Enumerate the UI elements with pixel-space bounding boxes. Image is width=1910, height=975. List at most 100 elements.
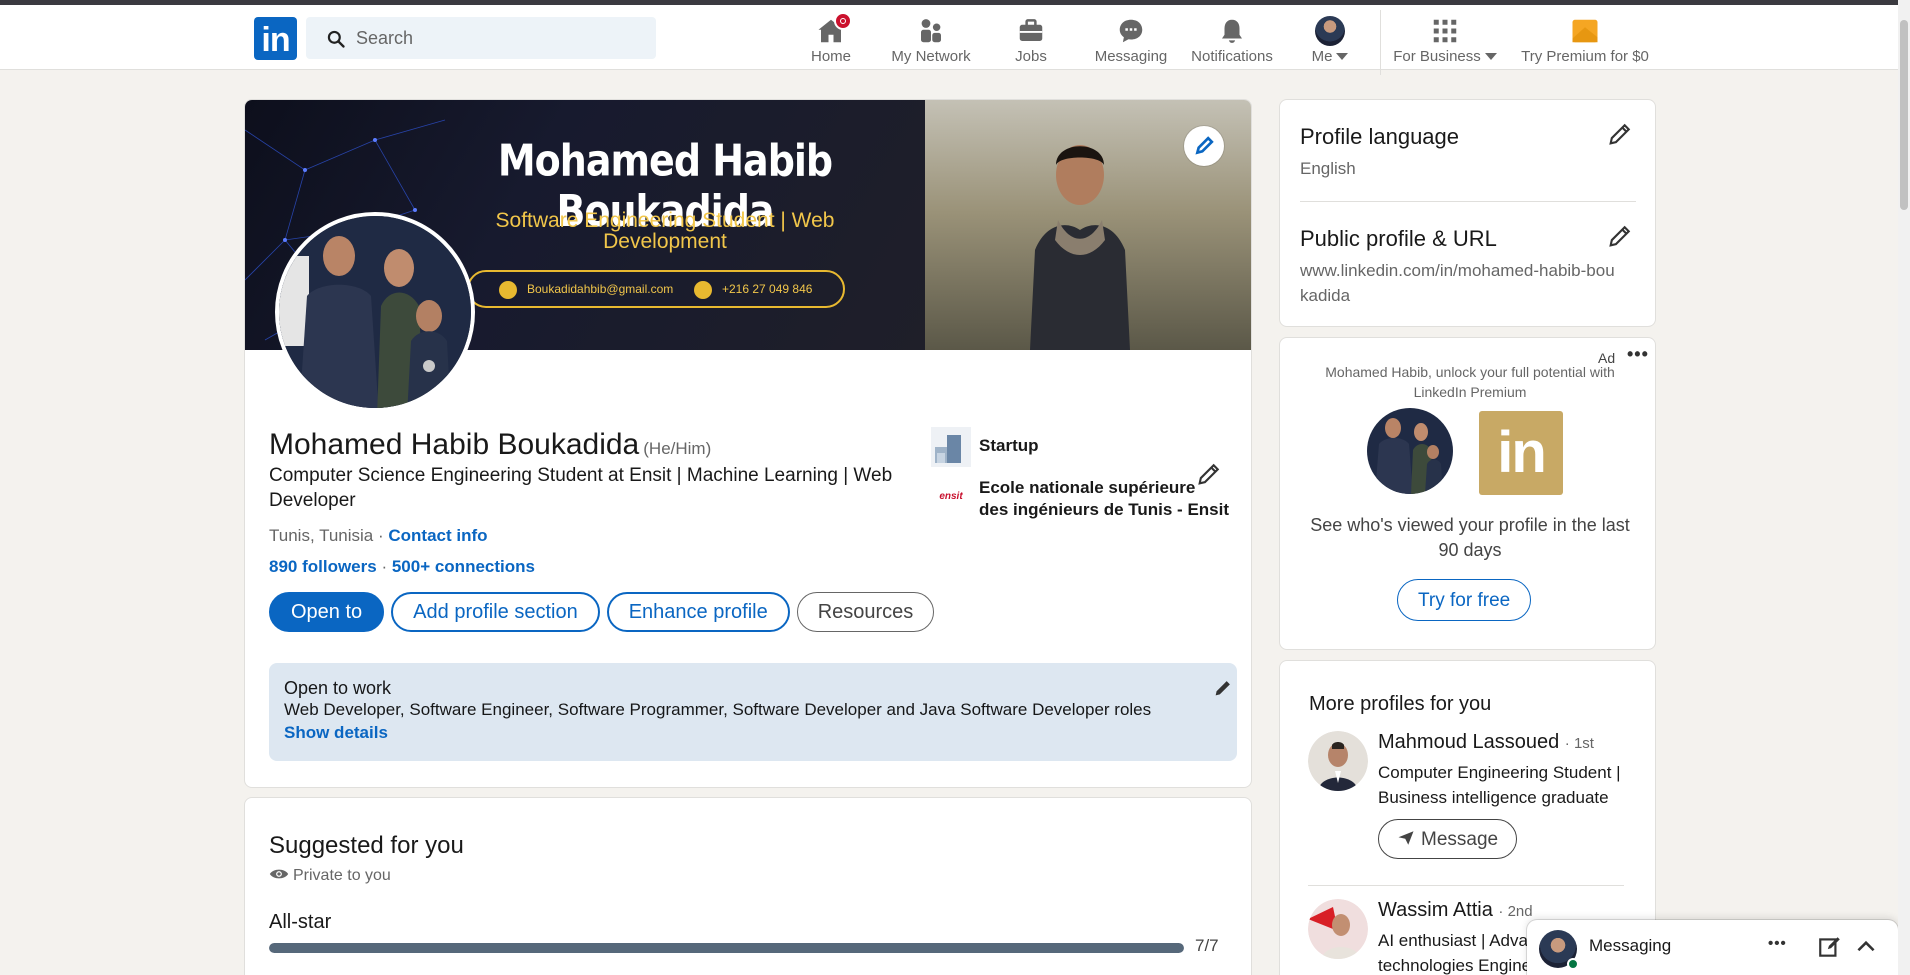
profile-card: Mohamed Habib Boukadida Software Enginee… bbox=[244, 99, 1252, 788]
nav-my-network[interactable]: My Network bbox=[886, 10, 976, 70]
nav-jobs[interactable]: Jobs bbox=[1002, 10, 1060, 70]
eye-icon bbox=[269, 869, 289, 879]
email-icon bbox=[499, 281, 517, 299]
edit-open-to-work-pencil-icon[interactable] bbox=[1212, 677, 1234, 699]
open-to-button[interactable]: Open to bbox=[269, 592, 385, 632]
org-startup[interactable]: Startup bbox=[979, 436, 1039, 456]
ensit-logo: ensit bbox=[939, 491, 963, 502]
profile-photo[interactable] bbox=[275, 212, 475, 412]
list-item: Mahmoud Lassoued · 1st Computer Engineer… bbox=[1308, 731, 1638, 871]
profile-language-title: Profile language bbox=[1300, 124, 1460, 149]
private-row: Private to you bbox=[269, 867, 391, 885]
nav-business-label: For Business bbox=[1392, 48, 1498, 65]
ad-promo-text: Mohamed Habib, unlock your full potentia… bbox=[1325, 364, 1615, 400]
linkedin-premium-logo: in bbox=[1479, 411, 1563, 495]
premium-icon bbox=[1570, 16, 1600, 46]
location: Tunis, Tunisia bbox=[269, 526, 374, 545]
global-nav: in Home My Network Jobs Messaging Notifi… bbox=[0, 5, 1898, 75]
search-input[interactable] bbox=[356, 17, 646, 59]
page-scrollbar[interactable] bbox=[1898, 0, 1910, 975]
caret-down-icon bbox=[1484, 53, 1497, 60]
search-box[interactable] bbox=[306, 17, 656, 59]
nav-label: Messaging bbox=[1094, 48, 1168, 65]
notification-badge bbox=[834, 12, 852, 30]
profile-headline: Computer Engineering Student | Business … bbox=[1378, 763, 1621, 807]
nav-notifications[interactable]: Notifications bbox=[1187, 10, 1277, 70]
nav-home[interactable]: Home bbox=[800, 10, 862, 70]
suggested-card: Suggested for you Private to you All-sta… bbox=[244, 797, 1252, 975]
nav-try-premium[interactable]: Try Premium for $0 bbox=[1518, 10, 1652, 70]
connections-link[interactable]: 500+ connections bbox=[392, 557, 535, 576]
linkedin-logo[interactable]: in bbox=[254, 17, 297, 60]
connection-degree: · 2nd bbox=[1498, 903, 1533, 920]
nav-label: Jobs bbox=[1015, 48, 1047, 65]
profile-name: Mahmoud Lassoued bbox=[1378, 731, 1560, 753]
chevron-up-icon[interactable] bbox=[1853, 934, 1879, 960]
profile-strength-bar bbox=[269, 943, 1184, 953]
nav-me[interactable]: Me bbox=[1300, 10, 1360, 70]
avatar[interactable] bbox=[1308, 731, 1368, 791]
network-icon bbox=[916, 16, 946, 46]
profile-settings-card: Profile language English Public profile … bbox=[1279, 99, 1656, 327]
profile-strength-level: All-star bbox=[269, 911, 332, 933]
messaging-icon bbox=[1116, 16, 1146, 46]
jobs-icon bbox=[1016, 16, 1046, 46]
followers-link[interactable]: 890 followers bbox=[269, 557, 377, 576]
edit-language-pencil-icon[interactable] bbox=[1606, 120, 1634, 148]
private-label: Private to you bbox=[293, 867, 391, 884]
compose-icon[interactable] bbox=[1817, 934, 1843, 960]
message-button[interactable]: Message bbox=[1378, 819, 1518, 859]
public-profile-url: www.linkedin.com/in/mohamed-habib-boukad… bbox=[1300, 261, 1615, 305]
connection-degree: · 1st bbox=[1564, 735, 1594, 752]
cover-phone: +216 27 049 846 bbox=[722, 282, 813, 296]
nav-messaging[interactable]: Messaging bbox=[1090, 10, 1172, 70]
caret-down-icon bbox=[1336, 53, 1349, 60]
scrollbar-thumb[interactable] bbox=[1900, 20, 1908, 210]
show-details-link[interactable]: Show details bbox=[284, 723, 388, 743]
try-for-free-button[interactable]: Try for free bbox=[1397, 579, 1532, 621]
premium-ad-card: Ad ••• Mohamed Habib, unlock your full p… bbox=[1279, 337, 1656, 650]
divider bbox=[1300, 201, 1636, 202]
send-icon bbox=[1398, 830, 1414, 845]
profile-name: Wassim Attia bbox=[1378, 899, 1493, 921]
ad-user-avatar bbox=[1367, 408, 1453, 494]
profile-name: Mohamed Habib Boukadida bbox=[269, 428, 640, 461]
cover-contact-pill: Boukadidahbib@gmail.com +216 27 049 846 bbox=[467, 270, 845, 308]
ad-see-views-text: See who's viewed your profile in the las… bbox=[1310, 515, 1630, 560]
avatar[interactable] bbox=[1308, 899, 1368, 959]
open-to-work-title: Open to work bbox=[284, 678, 392, 698]
org-ensit[interactable]: Ecole nationale supérieure des ingénieur… bbox=[979, 477, 1229, 521]
edit-url-pencil-icon[interactable] bbox=[1606, 222, 1634, 250]
home-icon bbox=[816, 12, 852, 46]
separator: · bbox=[373, 526, 389, 545]
nav-me-label: Me bbox=[1300, 48, 1360, 65]
divider bbox=[1308, 885, 1624, 886]
public-profile-title: Public profile & URL bbox=[1300, 226, 1497, 251]
profile-strength-count: 7/7 bbox=[1195, 936, 1219, 955]
edit-cover-button[interactable] bbox=[1184, 126, 1224, 166]
profile-strength-fill bbox=[269, 943, 1184, 953]
search-icon bbox=[327, 30, 345, 48]
open-to-work-box[interactable]: Open to work Web Developer, Software Eng… bbox=[269, 663, 1237, 761]
suggested-title: Suggested for you bbox=[269, 832, 464, 859]
nav-label: Notifications bbox=[1191, 48, 1273, 65]
profile-photo-image bbox=[279, 216, 471, 408]
profile-language-value: English bbox=[1300, 159, 1356, 178]
cover-email: Boukadidahbib@gmail.com bbox=[527, 282, 674, 296]
message-button-label: Message bbox=[1421, 828, 1499, 850]
messaging-more-options[interactable]: ••• bbox=[1768, 935, 1787, 952]
phone-icon bbox=[694, 281, 712, 299]
contact-info-link[interactable]: Contact info bbox=[388, 526, 487, 545]
resources-button[interactable]: Resources bbox=[796, 592, 935, 632]
profile-name-row: Mohamed Habib Boukadida (He/Him) bbox=[269, 428, 711, 462]
enhance-profile-button[interactable]: Enhance profile bbox=[606, 592, 790, 632]
location-row: Tunis, Tunisia · Contact info bbox=[269, 526, 488, 546]
profile-name-row[interactable]: Mahmoud Lassoued · 1st bbox=[1378, 731, 1594, 754]
nav-for-business[interactable]: For Business bbox=[1392, 10, 1498, 70]
add-profile-section-button[interactable]: Add profile section bbox=[391, 592, 600, 632]
nav-label: Try Premium for $0 bbox=[1521, 48, 1649, 65]
messaging-overlay[interactable]: Messaging ••• bbox=[1527, 920, 1898, 975]
grid-icon bbox=[1430, 16, 1460, 46]
profile-name-row[interactable]: Wassim Attia · 2nd bbox=[1378, 899, 1533, 922]
pencil-icon bbox=[1195, 136, 1214, 155]
